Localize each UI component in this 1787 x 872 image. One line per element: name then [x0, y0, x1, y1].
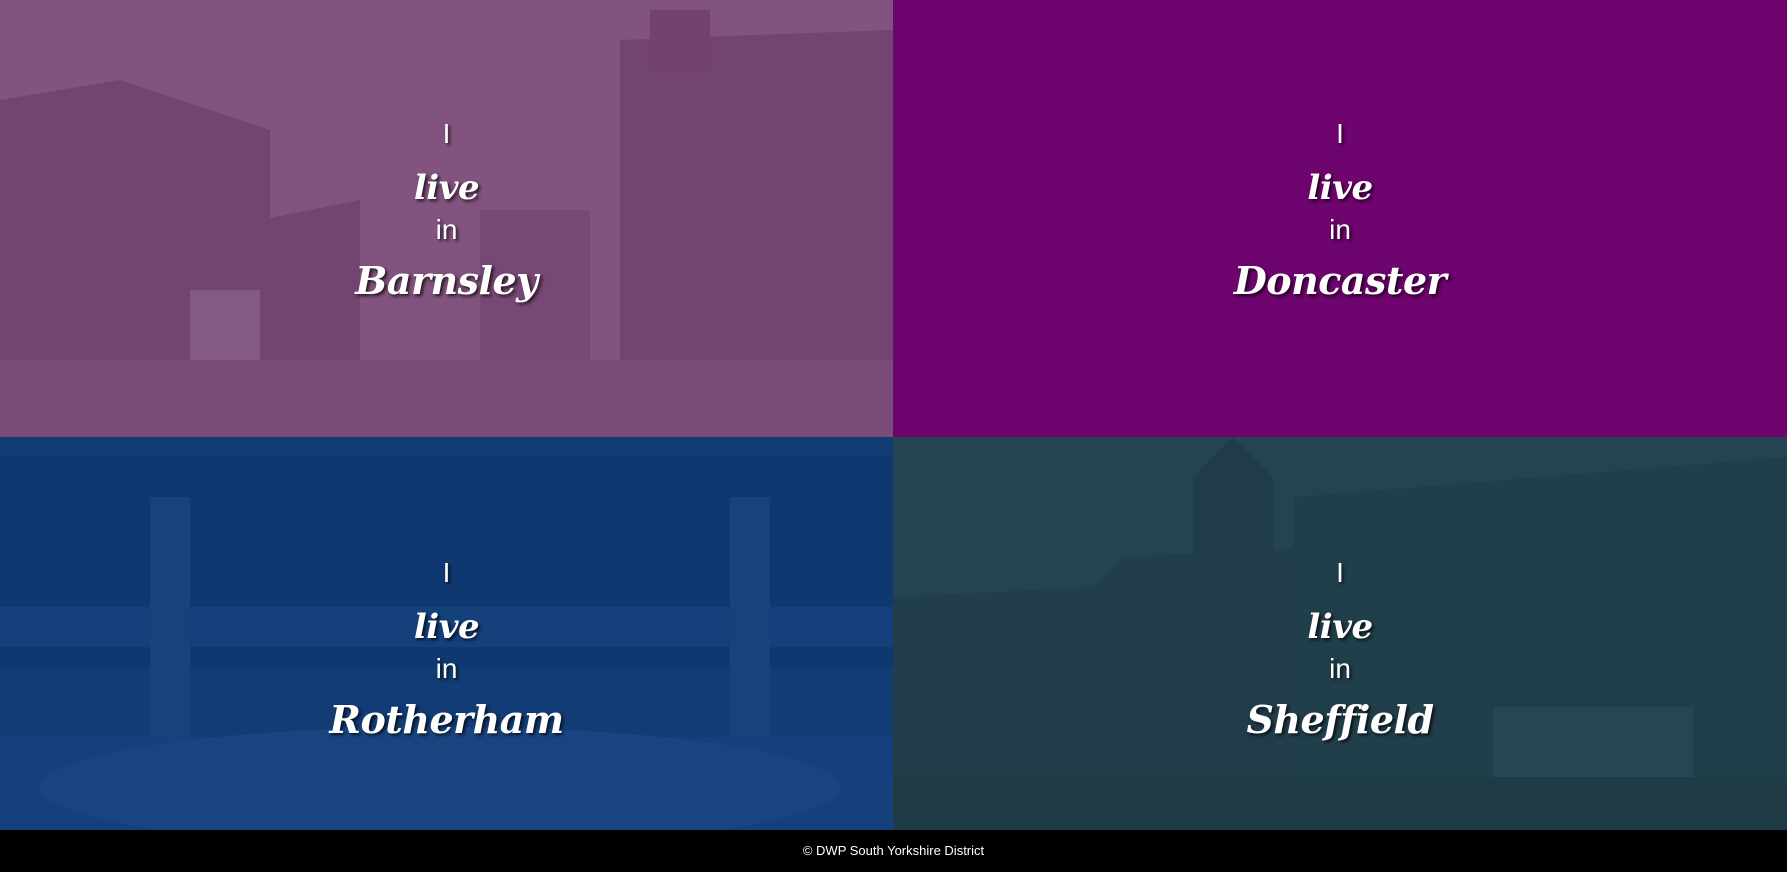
rotherham-caption: I live in Rotherham — [0, 559, 893, 755]
footer: © DWP South Yorkshire District — [0, 830, 1787, 872]
verb-text: live — [1307, 607, 1373, 647]
tile-doncaster[interactable]: I live in Doncaster — [893, 0, 1787, 437]
city-name: Sheffield — [1246, 697, 1434, 742]
doncaster-caption: I live in Doncaster — [893, 120, 1787, 316]
city-name: Doncaster — [1233, 258, 1447, 303]
verb-text: live — [413, 607, 480, 647]
city-name: Barnsley — [355, 258, 538, 303]
pronoun-text: I — [442, 118, 451, 149]
copyright-text: © DWP South Yorkshire District — [802, 843, 985, 858]
verb-text: live — [1307, 168, 1373, 208]
tile-rotherham[interactable]: I live in Rotherham — [0, 437, 893, 830]
tile-barnsley[interactable]: I live in Barnsley — [0, 0, 893, 437]
preposition-text: in — [435, 214, 458, 245]
tile-sheffield[interactable]: I live in Sheffield — [893, 437, 1787, 830]
preposition-text: in — [1329, 214, 1351, 245]
sheffield-caption: I live in Sheffield — [893, 559, 1787, 755]
pronoun-text: I — [1336, 557, 1344, 588]
barnsley-caption: I live in Barnsley — [0, 120, 893, 316]
city-name: Rotherham — [329, 697, 564, 742]
verb-text: live — [413, 168, 480, 208]
pronoun-text: I — [1336, 118, 1344, 149]
pronoun-text: I — [442, 557, 451, 588]
preposition-text: in — [1329, 653, 1351, 684]
city-grid: I live in Barnsley I live in Doncaster I… — [0, 0, 1787, 830]
preposition-text: in — [435, 653, 458, 684]
